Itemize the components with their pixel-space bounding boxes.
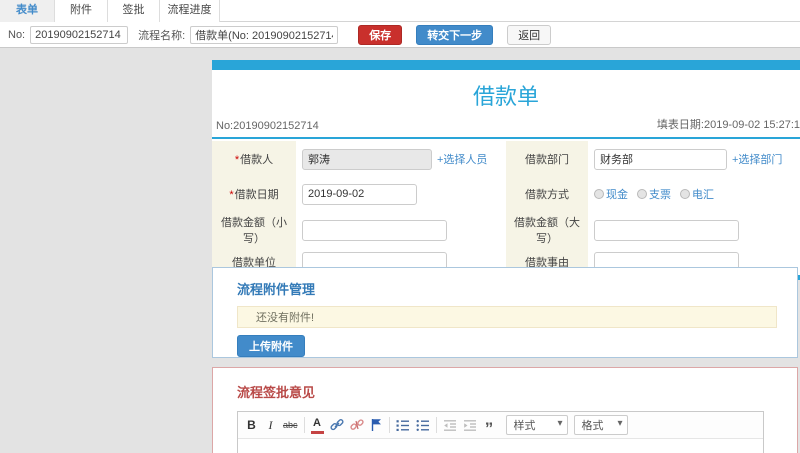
select-person-link[interactable]: +选择人员 [437,151,487,167]
required-marker: * [229,189,234,201]
unlink-icon[interactable] [349,416,364,434]
form-date-text: 填表日期:2019-09-02 15:27:1 [656,119,800,131]
loan-method-label-cell: 借款方式 [506,177,588,211]
method-cash-radio[interactable]: 现金 [594,186,628,202]
blockquote-button[interactable]: ” [483,416,496,437]
amount-lower-input[interactable] [302,219,447,241]
amount-lower-label-cell: 借款金额（小写） [212,211,296,249]
link-icon[interactable] [329,416,344,434]
required-marker: * [234,154,240,166]
back-button[interactable]: 返回 [507,24,552,45]
style-select-label: 样式 [513,420,536,432]
save-button[interactable]: 保存 [358,24,403,45]
approval-title: 流程签批意见 [237,385,316,400]
no-input[interactable] [30,25,129,44]
department-field-cell: +选择部门 [588,141,800,177]
form-title: 借款单 [472,84,539,109]
radio-icon [637,189,647,199]
tab-form[interactable]: 表单 [0,0,55,22]
method-wire-radio[interactable]: 电汇 [680,186,714,202]
style-select[interactable]: 样式 [505,415,568,435]
forward-next-step-button[interactable]: 转交下一步 [416,24,494,45]
italic-button[interactable]: I [264,416,277,434]
loan-date-input[interactable] [302,183,417,205]
editor-content-area[interactable] [238,439,763,453]
toolbar-separator [388,417,390,433]
radio-icon [594,189,604,199]
amount-upper-label-cell: 借款金额（大写） [506,211,588,249]
amount-upper-field-cell [588,211,800,249]
indent-icon[interactable] [463,416,477,434]
process-name-input[interactable] [190,25,339,44]
amount-upper-input[interactable] [594,219,739,241]
format-select[interactable]: 格式 [573,415,628,435]
text-color-button[interactable]: A [310,416,324,434]
no-attachments-alert: 还没有附件! [237,306,777,328]
strikethrough-button[interactable]: abc [283,416,298,434]
borrower-label-cell: *借款人 [212,141,296,177]
attachments-title: 流程附件管理 [237,282,316,297]
department-label-cell: 借款部门 [506,141,588,177]
department-input[interactable] [594,148,727,170]
loan-method-field-cell: 现金 支票 电汇 [588,177,800,211]
form-meta-row: No:20190902152714 填表日期:2019-09-02 15:27:… [212,116,800,139]
outdent-icon[interactable] [443,416,457,434]
loan-date-label-cell: *借款日期 [212,177,296,211]
tab-progress[interactable]: 流程进度 [160,0,220,22]
numbered-list-icon[interactable] [396,416,410,434]
editor-toolbar: B I abc A ” 样式 ▾ 格式 ▾ [238,412,763,439]
form-grid: *借款人 +选择人员 借款部门 +选择部门 *借款日期 借款方式 现金 [212,141,800,275]
toolbar-separator [303,417,305,433]
process-name-label: 流程名称: [138,29,186,42]
attachments-panel: 流程附件管理 还没有附件! 上传附件 [212,267,798,358]
tab-attachments[interactable]: 附件 [55,0,108,22]
amount-lower-field-cell [296,211,506,249]
panel-top-bar [212,60,800,70]
loan-date-field-cell [296,177,506,211]
command-bar: No: 流程名称: 保存 转交下一步 返回 [0,22,800,48]
no-label: No: [8,28,26,41]
format-select-label: 格式 [581,420,604,432]
method-cheque-radio[interactable]: 支票 [637,186,671,202]
approval-panel: 流程签批意见 B I abc A ” 样式 ▾ 格式 ▾ [212,367,798,453]
select-department-link[interactable]: +选择部门 [732,151,782,167]
borrower-input[interactable] [302,148,432,170]
tab-bar: 表单 附件 签批 流程进度 [0,0,800,22]
upload-attachment-button[interactable]: 上传附件 [237,335,305,357]
flag-icon[interactable] [370,416,383,434]
radio-icon [680,189,690,199]
borrower-field-cell: +选择人员 [296,141,506,177]
tab-approval[interactable]: 签批 [108,0,160,22]
rich-text-editor: B I abc A ” 样式 ▾ 格式 ▾ [237,411,764,453]
loan-form-panel: 借款单 No:20190902152714 填表日期:2019-09-02 15… [212,60,800,280]
bulleted-list-icon[interactable] [416,416,430,434]
form-no-text: No:20190902152714 [216,120,319,132]
bold-button[interactable]: B [245,416,258,434]
toolbar-separator [435,417,437,433]
